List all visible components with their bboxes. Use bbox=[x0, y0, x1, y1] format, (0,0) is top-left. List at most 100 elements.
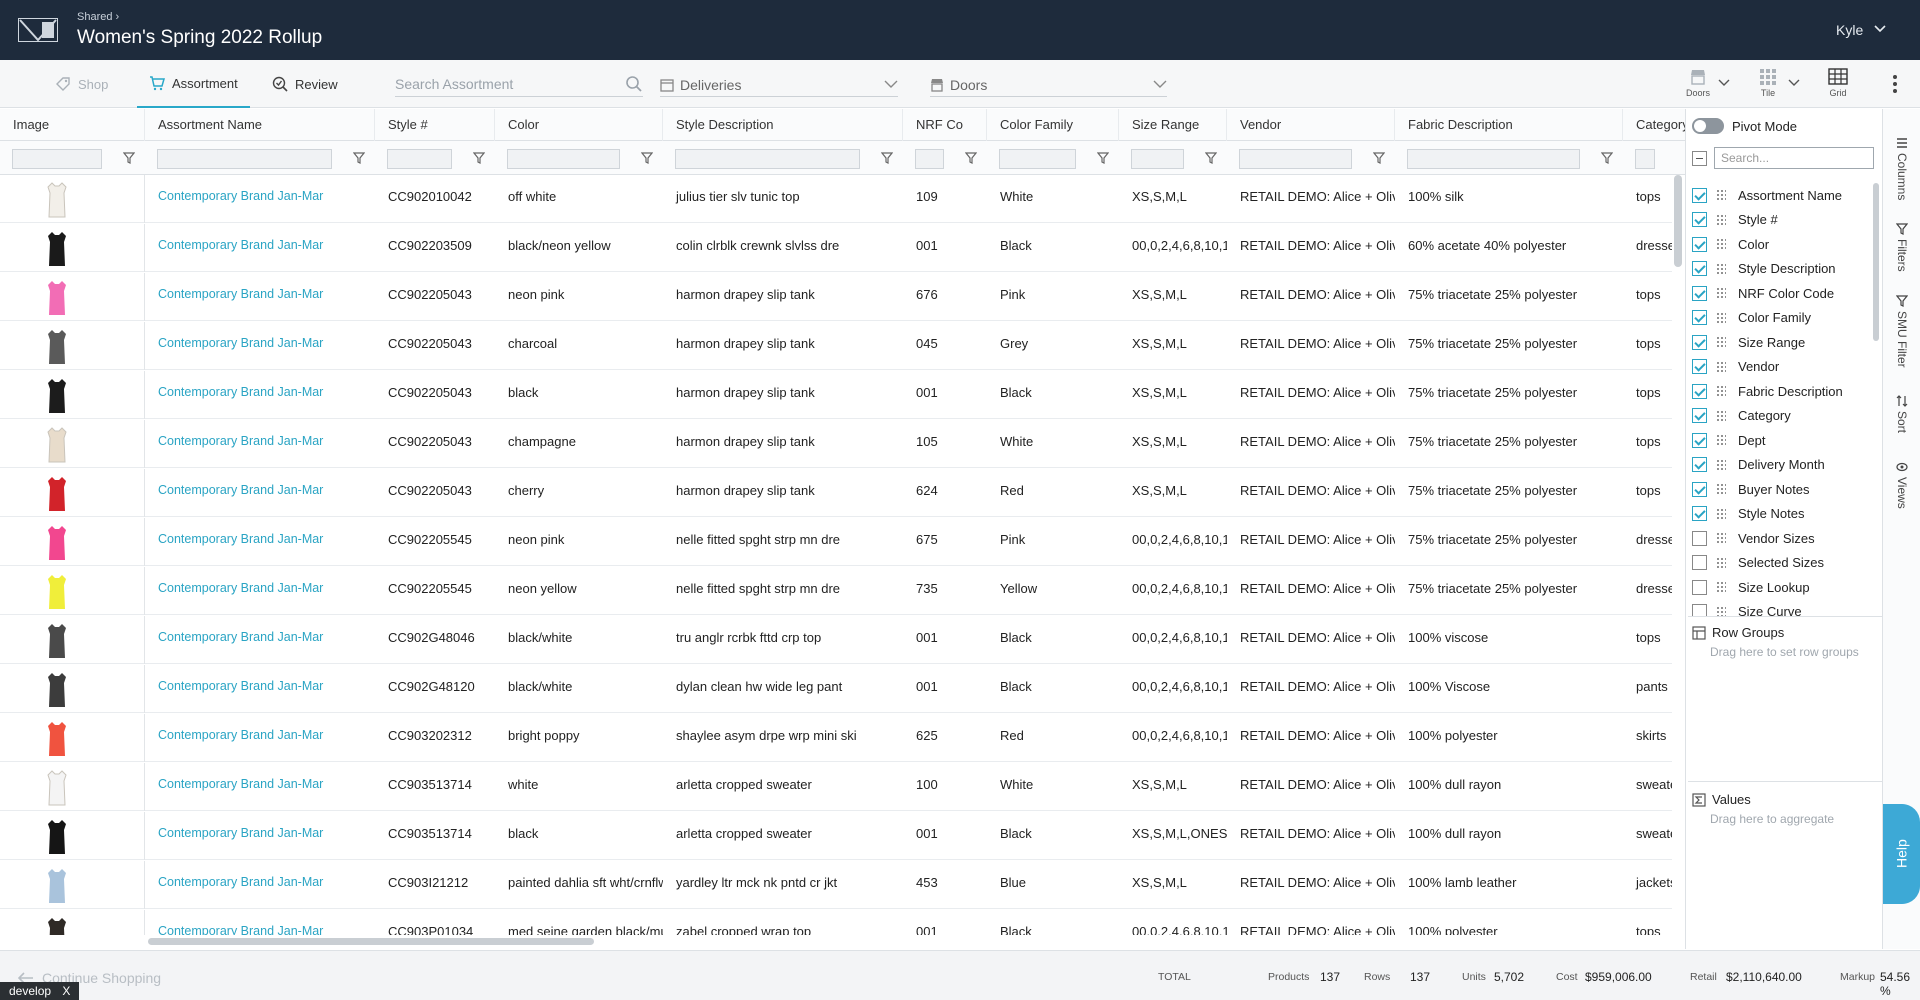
table-row[interactable]: Contemporary Brand Jan-Mar CC902205545 neo… bbox=[0, 567, 1672, 615]
assortment-name-cell[interactable]: Contemporary Brand Jan-Mar bbox=[145, 224, 375, 272]
column-toggle-item[interactable]: Delivery Month bbox=[1692, 453, 1825, 477]
vertical-scrollbar[interactable] bbox=[1674, 175, 1682, 267]
assortment-name-cell[interactable]: Contemporary Brand Jan-Mar bbox=[145, 175, 375, 223]
column-checkbox[interactable] bbox=[1692, 579, 1707, 595]
product-thumbnail[interactable] bbox=[44, 279, 70, 317]
product-thumbnail[interactable] bbox=[44, 377, 70, 415]
table-row[interactable]: Contemporary Brand Jan-Mar CC902205043 cha… bbox=[0, 420, 1672, 468]
help-button[interactable]: Help bbox=[1883, 804, 1920, 904]
column-checkbox[interactable] bbox=[1692, 408, 1707, 423]
assortment-name-cell[interactable]: Contemporary Brand Jan-Mar bbox=[145, 665, 375, 713]
column-toggle-item[interactable]: NRF Color Code bbox=[1692, 281, 1834, 305]
filter-icon[interactable] bbox=[1205, 152, 1217, 164]
column-checkbox[interactable] bbox=[1692, 530, 1707, 546]
column-filter-input[interactable] bbox=[387, 149, 452, 169]
drag-handle-icon[interactable] bbox=[1716, 434, 1726, 446]
column-checkbox[interactable] bbox=[1692, 212, 1707, 227]
column-header[interactable]: Color bbox=[495, 109, 663, 141]
filter-icon[interactable] bbox=[1097, 152, 1109, 164]
drag-handle-icon[interactable] bbox=[1716, 311, 1726, 324]
table-row[interactable]: Contemporary Brand Jan-Mar CC902205043 neo… bbox=[0, 273, 1672, 321]
tab-review[interactable]: Review bbox=[272, 60, 338, 108]
column-header[interactable]: Fabric Description bbox=[1395, 109, 1623, 141]
product-thumbnail[interactable] bbox=[44, 622, 70, 660]
assortment-name-cell[interactable]: Contemporary Brand Jan-Mar bbox=[145, 567, 375, 615]
column-header[interactable]: Style # bbox=[375, 109, 495, 141]
doors-dropdown[interactable]: Doors bbox=[930, 73, 1167, 97]
horizontal-scrollbar[interactable] bbox=[148, 938, 594, 945]
drag-handle-icon[interactable] bbox=[1716, 336, 1726, 348]
assortment-name-cell[interactable]: Contemporary Brand Jan-Mar bbox=[145, 322, 375, 370]
breadcrumb[interactable]: Shared › bbox=[77, 11, 119, 23]
product-thumbnail[interactable] bbox=[44, 818, 70, 856]
table-row[interactable]: Contemporary Brand Jan-Mar CC902G48120 bla… bbox=[0, 665, 1672, 713]
assortment-name-cell[interactable]: Contemporary Brand Jan-Mar bbox=[145, 714, 375, 762]
assortment-name-cell[interactable]: Contemporary Brand Jan-Mar bbox=[145, 518, 375, 566]
more-options-icon[interactable] bbox=[1892, 74, 1898, 94]
column-filter-input[interactable] bbox=[1407, 149, 1580, 169]
column-toggle-item[interactable]: Size Lookup bbox=[1692, 575, 1810, 599]
table-row[interactable]: Contemporary Brand Jan-Mar CC903202312 bri… bbox=[0, 714, 1672, 762]
column-filter-input[interactable] bbox=[1131, 149, 1184, 169]
column-header[interactable]: Image bbox=[0, 109, 145, 141]
column-toggle-item[interactable]: Fabric Description bbox=[1692, 379, 1843, 403]
drag-handle-icon[interactable] bbox=[1716, 483, 1726, 495]
column-header[interactable]: Style Description bbox=[663, 109, 903, 141]
assortment-name-cell[interactable]: Contemporary Brand Jan-Mar bbox=[145, 371, 375, 419]
drag-handle-icon[interactable] bbox=[1716, 360, 1726, 373]
column-toggle-item[interactable]: Vendor bbox=[1692, 355, 1779, 379]
tab-shop[interactable]: Shop bbox=[55, 60, 108, 108]
chevron-down-icon[interactable] bbox=[1788, 78, 1800, 87]
filter-icon[interactable] bbox=[123, 152, 135, 164]
column-filter-input[interactable] bbox=[507, 149, 620, 169]
chevron-down-icon[interactable] bbox=[1874, 24, 1886, 34]
column-checkbox[interactable] bbox=[1692, 187, 1707, 203]
column-filter-input[interactable] bbox=[999, 149, 1076, 169]
product-thumbnail[interactable] bbox=[44, 916, 70, 935]
user-name[interactable]: Kyle bbox=[1836, 22, 1863, 38]
table-row[interactable]: Contemporary Brand Jan-Mar CC902010042 off… bbox=[0, 175, 1672, 223]
drag-handle-icon[interactable] bbox=[1716, 581, 1726, 593]
assortment-name-cell[interactable]: Contemporary Brand Jan-Mar bbox=[145, 861, 375, 909]
column-header[interactable]: NRF Co bbox=[903, 109, 987, 141]
drag-handle-icon[interactable] bbox=[1716, 532, 1726, 544]
product-thumbnail[interactable] bbox=[44, 720, 70, 758]
doors-view-button[interactable]: Doors bbox=[1680, 68, 1716, 104]
column-filter-input[interactable] bbox=[1239, 149, 1352, 169]
column-list-scrollbar[interactable] bbox=[1873, 183, 1879, 341]
rail-tab-views[interactable]: Views bbox=[1891, 461, 1913, 509]
column-checkbox[interactable] bbox=[1692, 481, 1707, 497]
table-row[interactable]: Contemporary Brand Jan-Mar CC902205545 neo… bbox=[0, 518, 1672, 566]
drag-handle-icon[interactable] bbox=[1716, 287, 1726, 299]
rail-tab-filters[interactable]: Filters bbox=[1891, 223, 1913, 272]
deliveries-dropdown[interactable]: Deliveries bbox=[660, 73, 898, 97]
column-filter-input[interactable] bbox=[157, 149, 332, 169]
drag-handle-icon[interactable] bbox=[1716, 605, 1726, 616]
column-toggle-item[interactable]: Dept bbox=[1692, 428, 1765, 452]
column-checkbox[interactable] bbox=[1692, 604, 1707, 616]
product-thumbnail[interactable] bbox=[44, 867, 70, 905]
column-header[interactable]: Assortment Name bbox=[145, 109, 375, 141]
column-toggle-item[interactable]: Category bbox=[1692, 404, 1791, 428]
table-row[interactable]: Contemporary Brand Jan-Mar CC903513714 bla… bbox=[0, 812, 1672, 860]
assortment-name-cell[interactable]: Contemporary Brand Jan-Mar bbox=[145, 812, 375, 860]
product-thumbnail[interactable] bbox=[44, 475, 70, 513]
drag-handle-icon[interactable] bbox=[1716, 409, 1726, 422]
environment-tag[interactable]: develop X bbox=[0, 982, 80, 1000]
column-checkbox[interactable] bbox=[1692, 457, 1707, 472]
assortment-name-cell[interactable]: Contemporary Brand Jan-Mar bbox=[145, 616, 375, 664]
assortment-name-cell[interactable]: Contemporary Brand Jan-Mar bbox=[145, 420, 375, 468]
drag-handle-icon[interactable] bbox=[1716, 458, 1726, 471]
logo-icon[interactable] bbox=[18, 18, 58, 42]
assortment-name-cell[interactable]: Contemporary Brand Jan-Mar bbox=[145, 469, 375, 517]
breadcrumb-shared[interactable]: Shared bbox=[77, 11, 112, 23]
column-checkbox[interactable] bbox=[1692, 432, 1707, 448]
column-checkbox[interactable] bbox=[1692, 334, 1707, 350]
filter-icon[interactable] bbox=[881, 152, 893, 164]
drag-handle-icon[interactable] bbox=[1716, 189, 1726, 201]
column-search-input[interactable]: Search... bbox=[1714, 147, 1874, 169]
product-thumbnail[interactable] bbox=[44, 181, 70, 219]
table-row[interactable]: Contemporary Brand Jan-Mar CC902205043 cha… bbox=[0, 322, 1672, 370]
assortment-name-cell[interactable]: Contemporary Brand Jan-Mar bbox=[145, 273, 375, 321]
assortment-name-cell[interactable]: Contemporary Brand Jan-Mar bbox=[145, 763, 375, 811]
